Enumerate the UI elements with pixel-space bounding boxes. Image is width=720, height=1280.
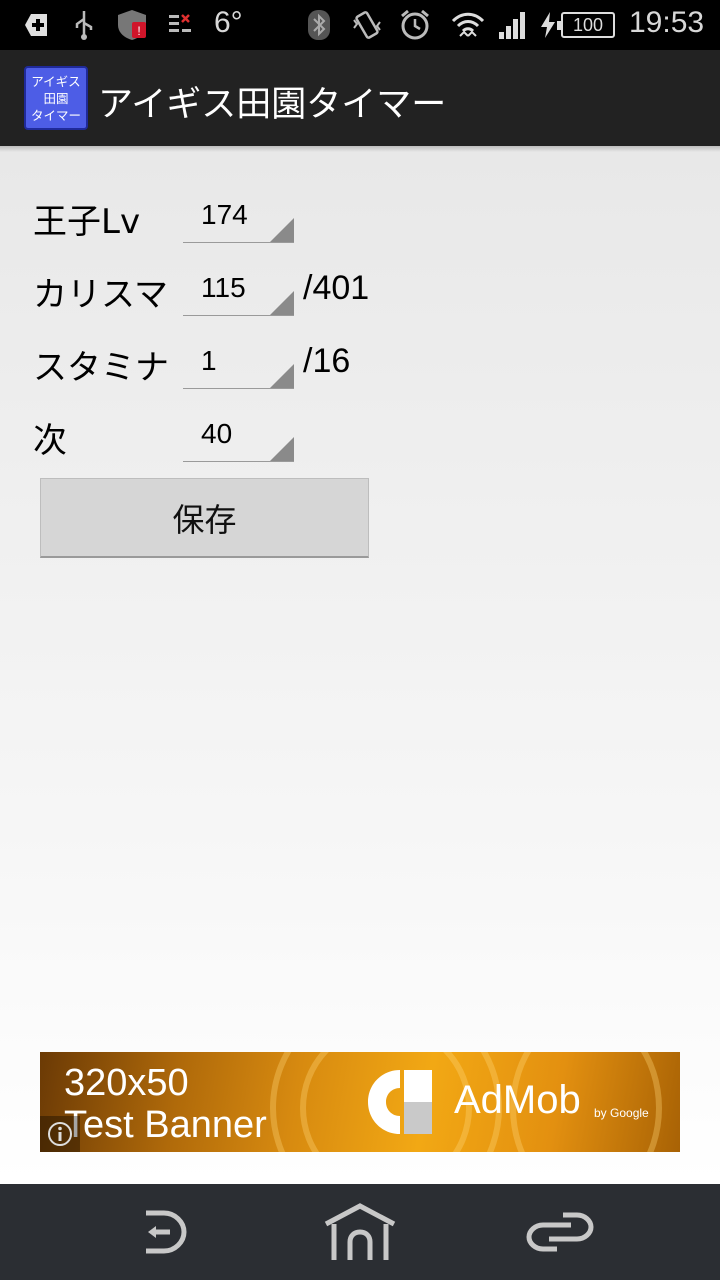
charisma-value: 115 (201, 272, 246, 303)
charisma-spinner[interactable]: 115 (183, 260, 294, 316)
charisma-label: カリスマ (33, 275, 168, 315)
temperature-text: 6° (214, 6, 243, 39)
save-button[interactable]: 保存 (40, 478, 369, 558)
svg-text:!: ! (137, 24, 140, 38)
status-bar: ! 6° 100 19:53 (0, 0, 720, 50)
ad-info-icon[interactable] (40, 1116, 80, 1152)
home-icon[interactable] (320, 1202, 400, 1262)
clock-text: 19:53 (629, 6, 705, 39)
plus-icon (20, 9, 52, 41)
prince-level-value: 174 (201, 199, 248, 230)
stamina-max-text: /16 (303, 342, 351, 380)
next-value: 40 (201, 418, 233, 449)
dropdown-arrow-icon (270, 291, 294, 315)
next-label: 次 (33, 421, 67, 461)
vibrate-icon (350, 9, 384, 41)
dropdown-arrow-icon (270, 218, 294, 242)
signal-icon (496, 9, 530, 41)
app-icon-line: タイマー (30, 107, 81, 123)
battery-icon: 100 (557, 9, 616, 41)
wifi-icon (450, 9, 486, 41)
dropdown-arrow-icon (270, 364, 294, 388)
back-icon[interactable] (120, 1202, 200, 1262)
alarm-icon (398, 9, 432, 41)
app-icon-line: 田園 (43, 90, 69, 106)
ad-test-banner-text: Test Banner (64, 1104, 267, 1146)
navigation-bar (0, 1184, 720, 1280)
ad-banner[interactable]: 320x50 Test Banner AdMob by Google (40, 1052, 680, 1152)
charging-icon (538, 9, 558, 41)
next-spinner[interactable]: 40 (183, 406, 294, 462)
ad-brand-text: AdMob (454, 1078, 581, 1122)
action-bar-shadow (0, 146, 720, 152)
bluetooth-icon (306, 9, 332, 41)
app-title: アイギス田園タイマー (98, 85, 447, 125)
action-bar: アイギス 田園 タイマー アイギス田園タイマー (0, 50, 720, 146)
ad-text: 320x50 Test Banner (64, 1062, 267, 1146)
charisma-max-text: /401 (303, 269, 370, 307)
stamina-spinner[interactable]: 1 (183, 333, 294, 389)
app-icon-line: アイギス (31, 73, 81, 89)
recent-apps-icon[interactable] (520, 1202, 600, 1262)
app-icon[interactable]: アイギス 田園 タイマー (24, 66, 88, 130)
ad-size-text: 320x50 (64, 1062, 189, 1104)
stamina-value: 1 (201, 345, 217, 376)
dropdown-arrow-icon (270, 437, 294, 461)
stamina-label: スタミナ (33, 348, 169, 388)
admob-logo-icon (368, 1070, 432, 1134)
prince-level-spinner[interactable]: 174 (183, 187, 294, 243)
shield-alert-icon: ! (114, 9, 150, 41)
main-content: 王子Lv 174 カリスマ 115 /401 スタミナ 1 /16 次 40 (0, 146, 720, 1184)
prince-level-label: 王子Lv (33, 202, 141, 242)
data-icon (166, 9, 194, 41)
battery-level-text: 100 (572, 14, 604, 35)
ad-by-google-text: by Google (594, 1106, 649, 1120)
usb-icon (70, 9, 98, 41)
